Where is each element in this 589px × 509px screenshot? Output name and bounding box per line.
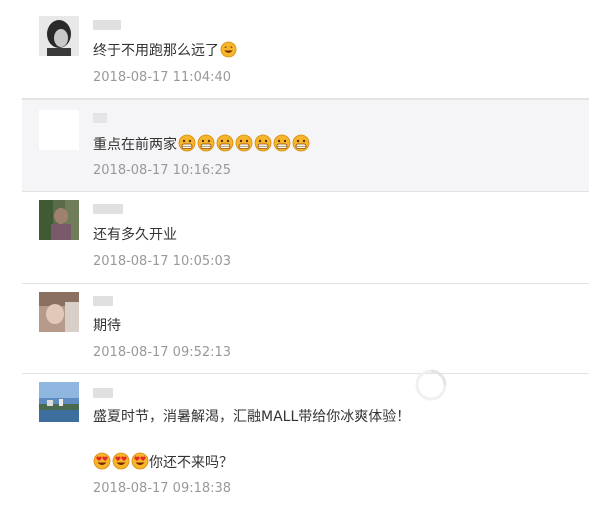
- comment-timestamp: 2018-08-17 09:52:13: [93, 345, 232, 360]
- nickname-redacted: [93, 388, 113, 398]
- comment-text-content: 期待: [93, 318, 121, 334]
- comment-text: 重点在前两家: [93, 134, 310, 158]
- comment-text: 还有多久开业: [93, 225, 177, 245]
- comment-text-line2: 你还不来吗？: [93, 452, 233, 476]
- grin-squint-emoji-icon: [220, 41, 237, 64]
- grin-emoji-icon: [216, 134, 234, 158]
- comment-timestamp: 2018-08-17 09:18:38: [93, 481, 232, 496]
- grin-emoji-icon: [235, 134, 253, 158]
- comment-text-content: 还有多久开业: [93, 227, 177, 243]
- avatar[interactable]: [39, 292, 79, 332]
- heart-eyes-emoji-icon: [131, 452, 149, 476]
- comment-timestamp: 2018-08-17 10:16:25: [93, 163, 232, 178]
- comment-text-content: 重点在前两家: [93, 137, 177, 153]
- grin-emoji-icon: [292, 134, 310, 158]
- avatar[interactable]: [39, 200, 79, 240]
- comment-item: 终于不用跑那么远了 2018-08-17 11:04:40: [22, 0, 589, 99]
- comment-text-content: 终于不用跑那么远了: [93, 43, 219, 59]
- grin-emoji-icon: [197, 134, 215, 158]
- nickname-redacted: [93, 204, 123, 214]
- nickname-redacted: [93, 20, 121, 30]
- comment-timestamp: 2018-08-17 11:04:40: [93, 70, 232, 85]
- nickname-redacted: [93, 296, 113, 306]
- comment-text-content: 盛夏时节，消暑解渴，汇融MALL带给你冰爽体验！: [93, 409, 411, 425]
- comment-text: 盛夏时节，消暑解渴，汇融MALL带给你冰爽体验！: [93, 407, 410, 427]
- comment-text: 终于不用跑那么远了: [93, 41, 237, 64]
- loading-spinner-icon: [414, 368, 448, 402]
- comment-text-content-2: 你还不来吗？: [149, 455, 233, 471]
- comment-timestamp: 2018-08-17 10:05:03: [93, 254, 232, 269]
- comment-item: 重点在前两家 2018-08-17 10:16:25: [22, 99, 589, 192]
- comment-item: 还有多久开业 2018-08-17 10:05:03: [22, 192, 589, 284]
- grin-emoji-icon: [178, 134, 196, 158]
- comment-item: 期待 2018-08-17 09:52:13: [22, 284, 589, 374]
- avatar[interactable]: [39, 110, 79, 150]
- nickname-redacted: [93, 113, 107, 123]
- heart-eyes-emoji-icon: [112, 452, 130, 476]
- avatar[interactable]: [39, 16, 79, 56]
- grin-emoji-icon: [273, 134, 291, 158]
- avatar[interactable]: [39, 382, 79, 422]
- grin-emoji-icon: [254, 134, 272, 158]
- comment-text: 期待: [93, 316, 121, 336]
- comment-item: 盛夏时节，消暑解渴，汇融MALL带给你冰爽体验！ 你还不来吗？ 2018-08-…: [22, 369, 589, 509]
- heart-eyes-emoji-icon: [93, 452, 111, 476]
- comment-list: 终于不用跑那么远了 2018-08-17 11:04:40 重点在前两家 201…: [0, 0, 589, 509]
